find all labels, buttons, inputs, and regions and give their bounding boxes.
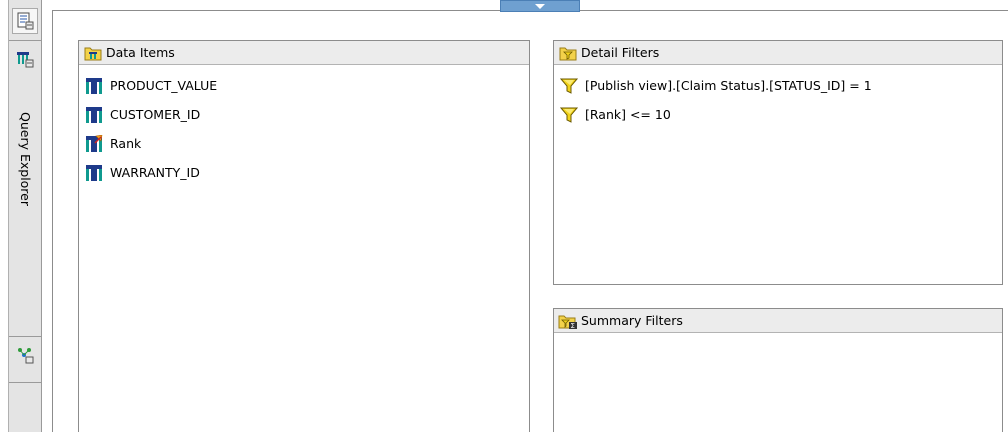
data-items-list: PRODUCT_VALUE CUSTOMER_ID Rank WARRANTY_…	[79, 65, 529, 187]
summary-filters-header: Σ Summary Filters	[554, 309, 1002, 333]
query-list-icon	[15, 49, 35, 69]
filter-expression: [Rank] <= 10	[585, 107, 671, 122]
svg-text:Σ: Σ	[571, 322, 575, 329]
report-page-icon	[15, 11, 35, 31]
filter-icon	[559, 105, 579, 125]
data-items-header: Data Items	[79, 41, 529, 65]
data-item-row[interactable]: Rank	[84, 129, 529, 158]
data-item-label: PRODUCT_VALUE	[110, 78, 218, 93]
query-explorer-sidebar: Query Explorer	[8, 0, 42, 432]
query-list-button[interactable]	[12, 46, 38, 72]
summary-filters-panel: Σ Summary Filters	[553, 308, 1003, 432]
data-item-row[interactable]: WARRANTY_ID	[84, 158, 529, 187]
summary-filters-list	[554, 333, 1002, 339]
sidebar-divider	[9, 40, 41, 41]
query-explorer-label[interactable]: Query Explorer	[13, 112, 37, 242]
sidebar-divider	[9, 336, 41, 337]
report-page-button[interactable]	[12, 8, 38, 34]
data-item-icon	[84, 163, 104, 183]
detail-filters-title: Detail Filters	[581, 45, 660, 60]
data-item-row[interactable]: CUSTOMER_ID	[84, 100, 529, 129]
detail-filters-list: [Publish view].[Claim Status].[STATUS_ID…	[554, 65, 1002, 129]
filter-row[interactable]: [Publish view].[Claim Status].[STATUS_ID…	[559, 71, 1002, 100]
data-item-label: CUSTOMER_ID	[110, 107, 201, 122]
data-item-label: Rank	[110, 136, 142, 151]
query-tree-icon	[15, 345, 35, 365]
filter-row[interactable]: [Rank] <= 10	[559, 100, 1002, 129]
data-items-title: Data Items	[106, 45, 175, 60]
data-items-folder-icon	[83, 43, 103, 63]
data-item-label: WARRANTY_ID	[110, 165, 200, 180]
filter-icon	[559, 76, 579, 96]
calculated-data-item-icon	[84, 134, 104, 154]
data-item-icon	[84, 76, 104, 96]
data-item-row[interactable]: PRODUCT_VALUE	[84, 71, 529, 100]
detail-filters-folder-icon	[558, 43, 578, 63]
collapse-handle[interactable]	[500, 0, 580, 12]
summary-filters-folder-icon: Σ	[558, 311, 578, 331]
summary-filters-title: Summary Filters	[581, 313, 683, 328]
filter-expression: [Publish view].[Claim Status].[STATUS_ID…	[585, 78, 872, 93]
data-item-icon	[84, 105, 104, 125]
data-items-panel: Data Items PRODUCT_VALUE CUSTOMER_ID Ran…	[78, 40, 530, 432]
detail-filters-panel: Detail Filters [Publish view].[Claim Sta…	[553, 40, 1003, 285]
detail-filters-header: Detail Filters	[554, 41, 1002, 65]
query-tree-button[interactable]	[12, 342, 38, 368]
sidebar-divider	[9, 382, 41, 383]
